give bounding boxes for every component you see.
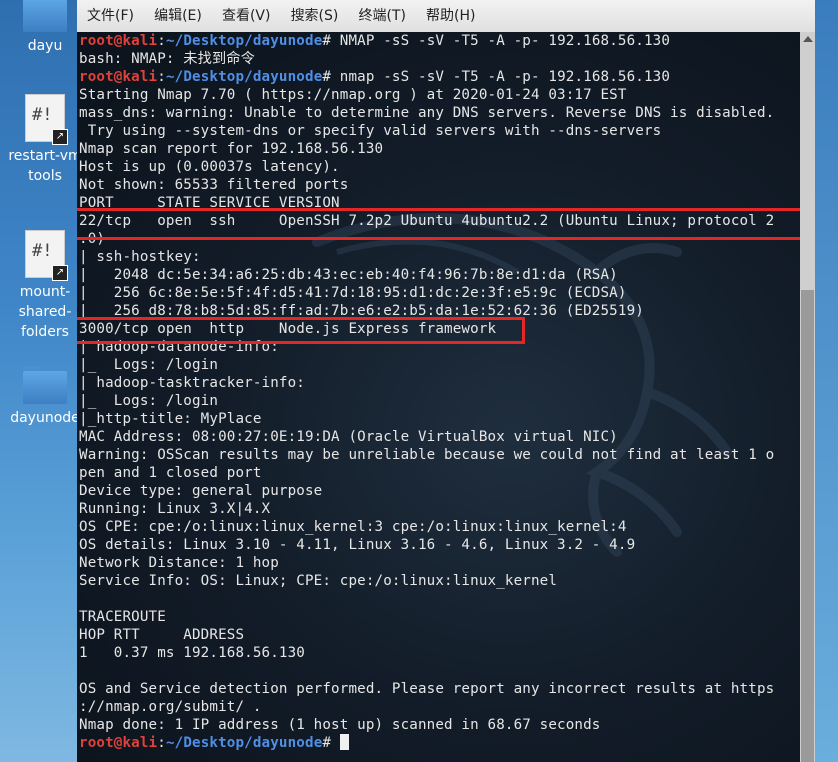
output-line: 1 0.37 ms 192.168.56.130 xyxy=(79,645,305,661)
prompt-user: root@kali xyxy=(79,33,158,49)
output-line: Service Info: OS: Linux; CPE: cpe:/o:lin… xyxy=(79,573,558,589)
prompt-user: root@kali xyxy=(79,69,158,85)
prompt-user: root@kali xyxy=(79,735,158,751)
output-line: HOP RTT ADDRESS xyxy=(79,627,245,643)
prompt-symbol: # xyxy=(322,69,332,85)
output-line: | 256 6c:8e:5e:5f:4f:d5:41:7d:18:95:d1:d… xyxy=(79,285,627,301)
prompt-line: root@kali:~/Desktop/dayunode# nmap -sS -… xyxy=(79,68,774,86)
menu-view[interactable]: 查看(V) xyxy=(222,0,271,32)
prompt-symbol: # xyxy=(322,735,332,751)
terminal-menubar: 文件(F) 编辑(E) 查看(V) 搜索(S) 终端(T) 帮助(H) xyxy=(77,0,815,33)
terminal-window: 文件(F) 编辑(E) 查看(V) 搜索(S) 终端(T) 帮助(H) root… xyxy=(77,0,815,762)
output-line: | ssh-hostkey: xyxy=(79,249,201,265)
output-line: Starting Nmap 7.70 ( https://nmap.org ) … xyxy=(79,87,627,103)
output-line: ://nmap.org/submit/ . xyxy=(79,699,262,715)
output-line: TRACEROUTE xyxy=(79,609,166,625)
output-line: | hadoop-tasktracker-info: xyxy=(79,375,305,391)
prompt-symbol: # xyxy=(322,33,332,49)
cursor xyxy=(339,734,349,750)
prompt-path: ~/Desktop/dayunode xyxy=(165,735,323,751)
output-line: Warning: OSScan results may be unreliabl… xyxy=(79,447,775,463)
output-line xyxy=(79,590,774,608)
script-file-icon: #! ↗ xyxy=(25,230,68,281)
terminal-lines: root@kali:~/Desktop/dayunode# NMAP -sS -… xyxy=(79,32,774,752)
menu-file[interactable]: 文件(F) xyxy=(87,0,134,32)
output-line: |_http-title: MyPlace xyxy=(79,411,262,427)
scroll-up-icon[interactable] xyxy=(803,36,813,42)
prompt-path: ~/Desktop/dayunode xyxy=(165,33,323,49)
menu-terminal[interactable]: 终端(T) xyxy=(358,0,405,32)
output-line: Network Distance: 1 hop xyxy=(79,555,279,571)
highlight-box-ssh xyxy=(77,208,800,240)
script-file-icon: #! ↗ xyxy=(25,94,68,145)
command-text: nmap -sS -sV -T5 -A -p- 192.168.56.130 xyxy=(331,69,671,85)
output-line: pen and 1 closed port xyxy=(79,465,262,481)
output-line: Device type: general purpose xyxy=(79,483,323,499)
menu-edit[interactable]: 编辑(E) xyxy=(154,0,202,32)
prompt-colon: : xyxy=(157,735,166,751)
folder-icon xyxy=(23,366,67,404)
output-line: Nmap scan report for 192.168.56.130 xyxy=(79,141,384,157)
menu-help[interactable]: 帮助(H) xyxy=(426,0,475,32)
prompt-colon: : xyxy=(157,69,166,85)
output-line: |_ Logs: /login xyxy=(79,393,219,409)
output-line: OS and Service detection performed. Plea… xyxy=(79,681,775,697)
output-line: OS CPE: cpe:/o:linux:linux_kernel:3 cpe:… xyxy=(79,519,627,535)
output-line: OS details: Linux 3.10 - 4.11, Linux 3.1… xyxy=(79,537,636,553)
terminal-scrollbar[interactable] xyxy=(800,32,815,762)
prompt-line: root@kali:~/Desktop/dayunode# NMAP -sS -… xyxy=(79,32,774,50)
output-line: MAC Address: 08:00:27:0E:19:DA (Oracle V… xyxy=(79,429,618,445)
prompt-line: root@kali:~/Desktop/dayunode# xyxy=(79,734,774,752)
output-line: Host is up (0.00037s latency). xyxy=(79,159,340,175)
output-line: Not shown: 65533 filtered ports xyxy=(79,177,349,193)
output-line: Nmap done: 1 IP address (1 host up) scan… xyxy=(79,717,601,733)
highlight-box-http xyxy=(77,317,525,344)
prompt-colon: : xyxy=(157,33,166,49)
output-line: Try using --system-dns or specify valid … xyxy=(79,123,662,139)
prompt-path: ~/Desktop/dayunode xyxy=(165,69,323,85)
desktop-background-strip xyxy=(815,0,838,762)
terminal-output[interactable]: root@kali:~/Desktop/dayunode# NMAP -sS -… xyxy=(77,32,800,762)
command-text: NMAP -sS -sV -T5 -A -p- 192.168.56.130 xyxy=(331,33,671,49)
folder-icon xyxy=(23,0,67,32)
menu-search[interactable]: 搜索(S) xyxy=(291,0,339,32)
output-line: mass_dns: warning: Unable to determine a… xyxy=(79,105,775,121)
output-line: |_ Logs: /login xyxy=(79,357,219,373)
output-line xyxy=(79,662,774,680)
output-line: Running: Linux 3.X|4.X xyxy=(79,501,271,517)
output-line: | 2048 dc:5e:34:a6:25:db:43:ec:eb:40:f4:… xyxy=(79,267,618,283)
output-line: bash: NMAP: 未找到命令 xyxy=(79,51,255,67)
scrollbar-thumb[interactable] xyxy=(801,290,814,762)
